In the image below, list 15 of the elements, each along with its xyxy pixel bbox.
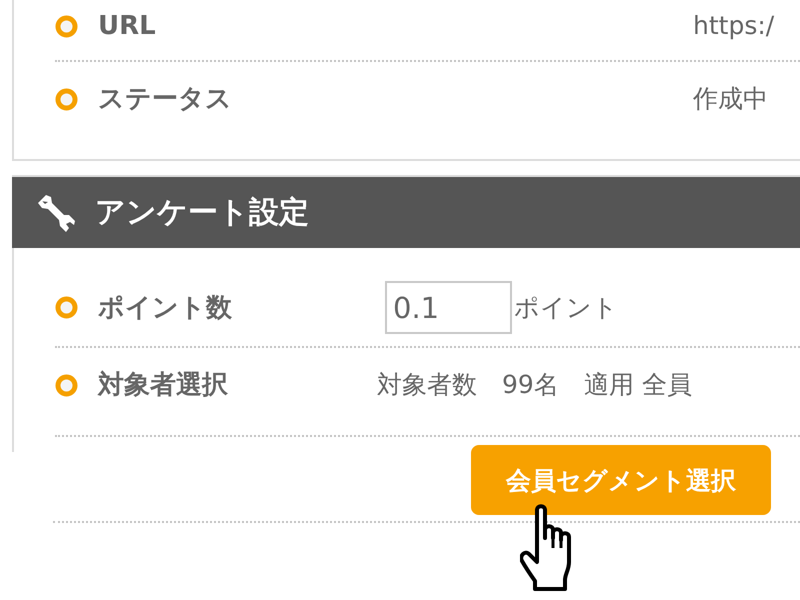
wrench-icon: [37, 192, 77, 232]
input-field[interactable]: 0.1: [385, 281, 512, 334]
section-title: アンケート設定: [95, 194, 309, 232]
ring-bullet-icon: [55, 14, 78, 38]
field-value: https:/: [693, 10, 774, 42]
field-value: 対象者数 99名 適用 全員: [377, 369, 692, 401]
ring-bullet-icon: [55, 88, 78, 110]
ring-bullet-icon: [55, 296, 78, 319]
field-label: ステータス: [98, 83, 232, 116]
ring-bullet-icon: [55, 374, 78, 396]
field-label: URL: [98, 10, 156, 43]
field-value: 作成中: [693, 83, 768, 115]
field-label: ポイント数: [98, 292, 232, 324]
field-label: 対象者選択: [98, 369, 228, 402]
unit-label: ポイント: [514, 292, 618, 324]
